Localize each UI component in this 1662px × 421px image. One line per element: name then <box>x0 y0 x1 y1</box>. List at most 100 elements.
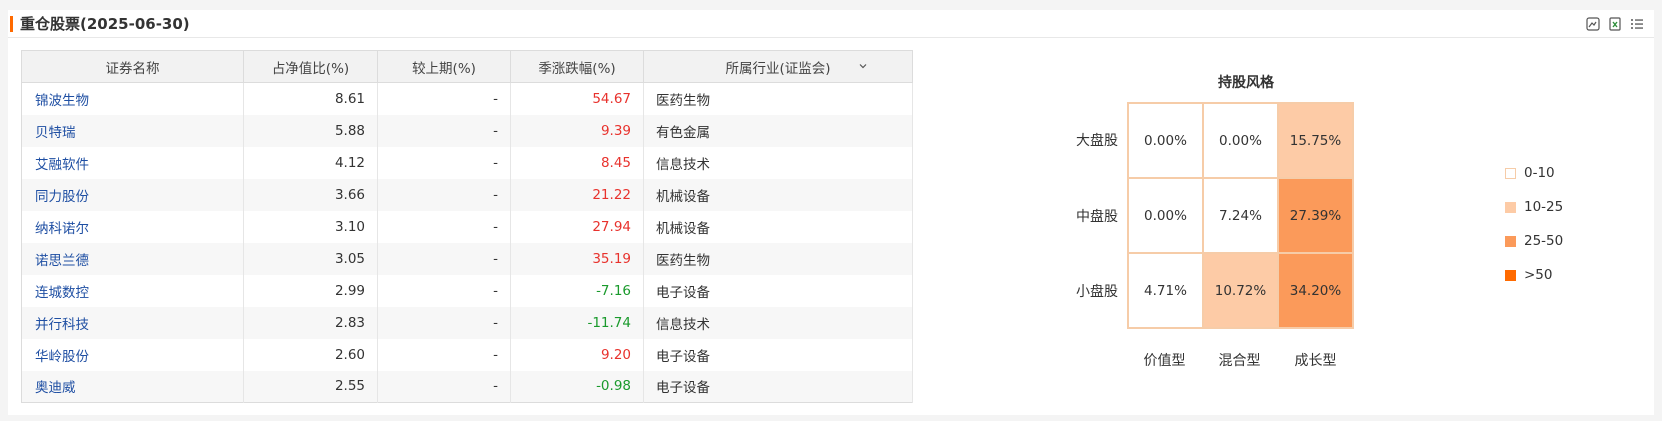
ratio-cell: 2.60 <box>243 338 378 371</box>
ratio-cell: 2.99 <box>243 274 378 307</box>
security-name-link[interactable]: 连城数控 <box>21 274 244 307</box>
industry-cell: 电子设备 <box>643 338 913 371</box>
style-cell: 7.24% <box>1203 178 1278 253</box>
style-cell: 0.00% <box>1128 103 1203 178</box>
col-label-blend: 混合型 <box>1218 353 1261 369</box>
col-label-value: 价值型 <box>1143 353 1186 369</box>
security-name-link[interactable]: 贝特瑞 <box>21 114 244 147</box>
excel-export-icon[interactable] <box>1608 16 1622 31</box>
table-header-row: 证券名称 占净值比(%) 较上期(%) 季涨跌幅(%) 所属行业(证监会) <box>21 50 913 83</box>
table-row: 同力股份 3.66-21.22 机械设备 <box>21 178 913 211</box>
style-cell: 27.39% <box>1278 178 1353 253</box>
panel-header: 重仓股票(2025-06-30) <box>8 10 1654 38</box>
industry-cell: 医药生物 <box>643 242 913 275</box>
security-name-link[interactable]: 奥迪威 <box>21 370 244 403</box>
table-row: 艾融软件 4.12-8.45 信息技术 <box>21 146 913 179</box>
column-header-name[interactable]: 证券名称 <box>21 50 244 83</box>
industry-header-label: 所属行业(证监会) <box>725 60 831 77</box>
row-label-mid: 中盘股 <box>1076 209 1118 225</box>
legend-swatch <box>1505 201 1516 213</box>
quarter-change-cell: 9.39 <box>510 114 644 147</box>
style-cell: 0.00% <box>1203 103 1278 178</box>
ratio-cell: 3.10 <box>243 210 378 243</box>
table-row: 连城数控 2.99- -7.16 电子设备 <box>21 274 913 307</box>
change-cell: - <box>377 274 511 307</box>
security-name-link[interactable]: 锦波生物 <box>21 82 244 115</box>
legend-item: 10-25 <box>1505 199 1563 215</box>
style-cell: 34.20% <box>1278 253 1353 328</box>
quarter-change-cell: 8.45 <box>510 146 644 179</box>
security-name-link[interactable]: 艾融软件 <box>21 146 244 179</box>
style-cell: 4.71% <box>1128 253 1203 328</box>
industry-cell: 机械设备 <box>643 210 913 243</box>
legend-label: >50 <box>1524 267 1553 283</box>
chevron-down-icon[interactable] <box>858 61 868 71</box>
legend-item: 0-10 <box>1505 165 1555 181</box>
holdings-panel: 重仓股票(2025-06-30) 证券名称 占净值比(%) 较上期(%) 季涨跌… <box>8 10 1654 415</box>
column-header-quarter[interactable]: 季涨跌幅(%) <box>510 50 644 83</box>
row-label-large: 大盘股 <box>1076 133 1118 149</box>
quarter-change-cell: -11.74 <box>510 306 644 339</box>
security-name-link[interactable]: 并行科技 <box>21 306 244 339</box>
legend-swatch <box>1505 167 1516 179</box>
ratio-cell: 4.12 <box>243 146 378 179</box>
industry-cell: 电子设备 <box>643 370 913 403</box>
list-icon[interactable] <box>1630 16 1644 30</box>
style-cell: 0.00% <box>1128 178 1203 253</box>
security-name-link[interactable]: 诺思兰德 <box>21 242 244 275</box>
legend-swatch <box>1505 269 1516 281</box>
legend-label: 25-50 <box>1524 233 1564 249</box>
quarter-change-cell: -7.16 <box>510 274 644 307</box>
style-box-grid: 0.00% 0.00% 15.75% 0.00% 7.24% 27.39% 4.71% 10.… <box>1127 102 1354 329</box>
legend-label: 10-25 <box>1524 199 1564 215</box>
column-header-ratio[interactable]: 占净值比(%) <box>243 50 378 83</box>
security-name-link[interactable]: 华岭股份 <box>21 338 244 371</box>
panel-title: 重仓股票(2025-06-30) <box>20 15 190 33</box>
table-row: 锦波生物 8.61-54.67 医药生物 <box>21 82 913 115</box>
quarter-change-cell: 35.19 <box>510 242 644 275</box>
accent-bar <box>10 16 13 32</box>
ratio-cell: 8.61 <box>243 82 378 115</box>
ratio-cell: 5.88 <box>243 114 378 147</box>
quarter-change-cell: 21.22 <box>510 178 644 211</box>
style-cell: 10.72% <box>1203 253 1278 328</box>
ratio-cell: 3.05 <box>243 242 378 275</box>
column-header-industry[interactable]: 所属行业(证监会) <box>643 50 913 83</box>
table-row: 贝特瑞 5.88-9.39 有色金属 <box>21 114 913 147</box>
security-name-link[interactable]: 纳科诺尔 <box>21 210 244 243</box>
legend-swatch <box>1505 235 1516 247</box>
quarter-change-cell: 27.94 <box>510 210 644 243</box>
style-cell: 15.75% <box>1278 103 1353 178</box>
change-cell: - <box>377 178 511 211</box>
industry-cell: 有色金属 <box>643 114 913 147</box>
table-row: 并行科技 2.83- -11.74 信息技术 <box>21 306 913 339</box>
table-row: 奥迪威 2.55- -0.98 电子设备 <box>21 370 913 403</box>
change-cell: - <box>377 82 511 115</box>
row-label-small: 小盘股 <box>1076 284 1118 300</box>
change-cell: - <box>377 210 511 243</box>
holdings-table: 证券名称 占净值比(%) 较上期(%) 季涨跌幅(%) 所属行业(证监会) 锦波… <box>21 50 913 403</box>
industry-cell: 医药生物 <box>643 82 913 115</box>
change-cell: - <box>377 370 511 403</box>
legend-item: 25-50 <box>1505 233 1563 249</box>
change-cell: - <box>377 114 511 147</box>
table-row: 纳科诺尔 3.10-27.94 机械设备 <box>21 210 913 243</box>
security-name-link[interactable]: 同力股份 <box>21 178 244 211</box>
ratio-cell: 2.55 <box>243 370 378 403</box>
change-cell: - <box>377 306 511 339</box>
industry-cell: 信息技术 <box>643 306 913 339</box>
quarter-change-cell: -0.98 <box>510 370 644 403</box>
ratio-cell: 2.83 <box>243 306 378 339</box>
toolbar <box>1586 16 1644 31</box>
quarter-change-cell: 54.67 <box>510 82 644 115</box>
quarter-change-cell: 9.20 <box>510 338 644 371</box>
industry-cell: 信息技术 <box>643 146 913 179</box>
change-cell: - <box>377 338 511 371</box>
table-row: 华岭股份 2.60-9.20 电子设备 <box>21 338 913 371</box>
col-label-growth: 成长型 <box>1294 353 1337 369</box>
image-export-icon[interactable] <box>1586 16 1600 31</box>
change-cell: - <box>377 242 511 275</box>
style-box-title: 持股风格 <box>1218 75 1274 91</box>
column-header-change[interactable]: 较上期(%) <box>377 50 511 83</box>
legend-label: 0-10 <box>1524 165 1555 181</box>
